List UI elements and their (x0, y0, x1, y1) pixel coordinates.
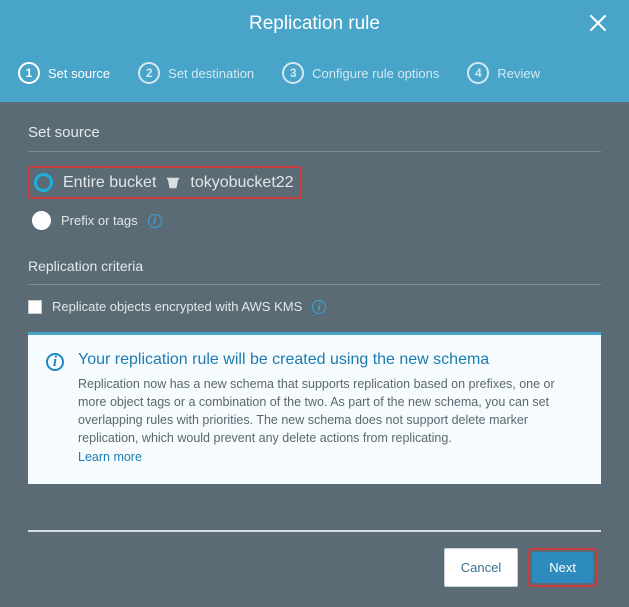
info-icon[interactable]: i (148, 214, 162, 228)
close-icon[interactable] (585, 10, 611, 36)
bucket-icon (166, 176, 180, 190)
section-title-criteria: Replication criteria (28, 258, 601, 274)
info-panel: i Your replication rule will be created … (28, 332, 601, 484)
info-panel-text: Replication now has a new schema that su… (78, 375, 583, 448)
divider (28, 151, 601, 152)
checkbox-label-kms: Replicate objects encrypted with AWS KMS (52, 299, 302, 314)
info-panel-body: Your replication rule will be created us… (78, 351, 583, 466)
step-number: 4 (467, 62, 489, 84)
step-label: Review (497, 66, 540, 81)
wizard-step-review[interactable]: 4 Review (467, 62, 540, 84)
modal-footer: Cancel Next (28, 548, 601, 587)
modal-title: Replication rule (249, 13, 380, 35)
step-label: Set destination (168, 66, 254, 81)
info-icon[interactable]: i (312, 300, 326, 314)
info-icon: i (46, 353, 64, 371)
radio-entire-bucket-row[interactable]: Entire bucket tokyobucket22 (28, 166, 302, 199)
step-label: Set source (48, 66, 110, 81)
next-button-highlight: Next (528, 548, 597, 587)
wizard-step-set-destination[interactable]: 2 Set destination (138, 62, 254, 84)
step-number: 2 (138, 62, 160, 84)
next-button[interactable]: Next (532, 552, 593, 583)
radio-prefix-row[interactable]: Prefix or tags i (28, 205, 601, 236)
bucket-name: tokyobucket22 (190, 174, 293, 192)
divider (28, 530, 601, 532)
info-panel-title: Your replication rule will be created us… (78, 351, 583, 369)
wizard-step-set-source[interactable]: 1 Set source (18, 62, 110, 84)
wizard-step-configure-rule[interactable]: 3 Configure rule options (282, 62, 439, 84)
divider (28, 284, 601, 285)
step-label: Configure rule options (312, 66, 439, 81)
section-title-set-source: Set source (28, 124, 601, 141)
modal-header: Replication rule (0, 0, 629, 48)
learn-more-link[interactable]: Learn more (78, 450, 142, 464)
checkbox-kms-row[interactable]: Replicate objects encrypted with AWS KMS… (28, 299, 601, 314)
radio-selected-icon[interactable] (34, 173, 53, 192)
radio-label-entire-bucket: Entire bucket (63, 174, 156, 192)
radio-unselected-icon[interactable] (32, 211, 51, 230)
modal-content: Set source Entire bucket tokyobucket22 P… (0, 102, 629, 607)
cancel-button[interactable]: Cancel (444, 548, 518, 587)
wizard-steps: 1 Set source 2 Set destination 3 Configu… (0, 48, 629, 102)
step-number: 1 (18, 62, 40, 84)
radio-label-prefix: Prefix or tags (61, 213, 138, 228)
checkbox-unchecked-icon[interactable] (28, 300, 42, 314)
step-number: 3 (282, 62, 304, 84)
